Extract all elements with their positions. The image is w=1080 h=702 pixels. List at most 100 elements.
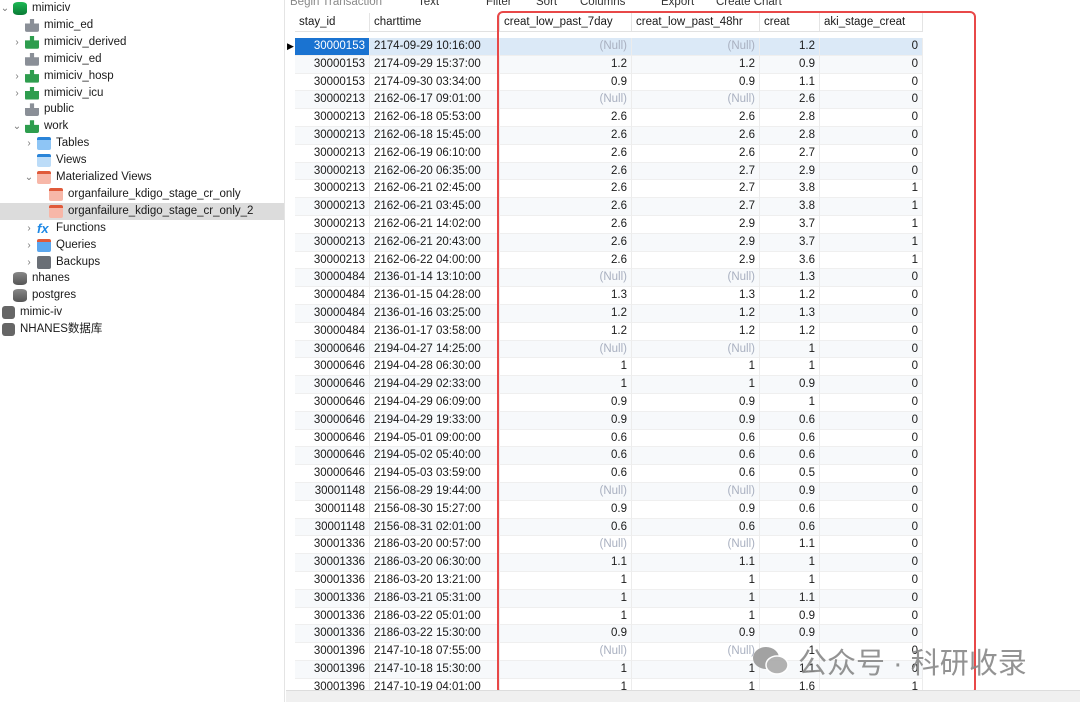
cell-charttime[interactable]: 2174-09-29 10:16:00 [370, 38, 500, 56]
cell-creat_low_past_48hr[interactable]: 0.6 [632, 429, 760, 448]
cell-charttime[interactable]: 2162-06-20 06:35:00 [370, 162, 500, 181]
cell-creat_low_past_7day[interactable]: 1 [500, 358, 632, 377]
cell-creat_low_past_7day[interactable]: (Null) [500, 91, 632, 110]
cell-aki_stage_creat[interactable]: 0 [820, 127, 923, 145]
cell-aki_stage_creat[interactable]: 0 [820, 554, 923, 572]
cell-creat_low_past_48hr[interactable]: 1.3 [632, 287, 760, 305]
cell-creat_low_past_7day[interactable]: 0.9 [500, 411, 632, 430]
cell-creat[interactable]: 0.6 [760, 411, 820, 430]
cell-stay_id[interactable]: 30000484 [295, 322, 370, 341]
columns-button[interactable]: Columns [580, 0, 625, 8]
cell-creat[interactable]: 0.9 [760, 483, 820, 501]
data-grid[interactable]: stay_id charttime creat_low_past_7day creat… [286, 13, 1080, 697]
cell-stay_id[interactable]: 30000213 [295, 233, 370, 252]
chevron-down-icon[interactable]: ⌄ [24, 169, 34, 186]
cell-creat_low_past_48hr[interactable]: (Null) [632, 269, 760, 288]
cell-creat_low_past_7day[interactable]: 0.6 [500, 518, 632, 537]
tree-item[interactable]: mimiciv_ed [0, 51, 284, 68]
cell-creat_low_past_48hr[interactable]: (Null) [632, 483, 760, 501]
table-row[interactable]: 30000484 2136-01-16 03:25:00 1.2 1.2 1.3 0 [286, 305, 923, 323]
cell-charttime[interactable]: 2147-10-18 15:30:00 [370, 661, 500, 679]
cell-stay_id[interactable]: 30000646 [295, 429, 370, 448]
column-header-aki_stage_creat[interactable]: aki_stage_creat [820, 13, 923, 31]
cell-creat_low_past_48hr[interactable]: 2.7 [632, 180, 760, 199]
cell-creat[interactable]: 3.8 [760, 180, 820, 199]
cell-creat_low_past_7day[interactable]: (Null) [500, 643, 632, 661]
cell-charttime[interactable]: 2162-06-22 04:00:00 [370, 251, 500, 270]
cell-aki_stage_creat[interactable]: 0 [820, 500, 923, 519]
cell-stay_id[interactable]: 30000646 [295, 465, 370, 483]
cell-creat_low_past_48hr[interactable]: 2.9 [632, 251, 760, 270]
cell-creat[interactable]: 1.1 [760, 589, 820, 608]
cell-creat_low_past_48hr[interactable]: 1 [632, 572, 760, 590]
cell-creat_low_past_7day[interactable]: 2.6 [500, 144, 632, 163]
cell-creat_low_past_48hr[interactable]: 1 [632, 607, 760, 626]
cell-aki_stage_creat[interactable]: 0 [820, 305, 923, 323]
chevron-right-icon[interactable]: › [24, 254, 34, 271]
tree-item[interactable]: mimic_ed [0, 17, 284, 34]
cell-charttime[interactable]: 2194-04-29 19:33:00 [370, 411, 500, 430]
cell-stay_id[interactable]: 30001336 [295, 554, 370, 572]
cell-charttime[interactable]: 2162-06-18 05:53:00 [370, 109, 500, 127]
cell-charttime[interactable]: 2162-06-19 06:10:00 [370, 144, 500, 163]
cell-stay_id[interactable]: 30000153 [295, 73, 370, 92]
cell-creat[interactable]: 1 [760, 572, 820, 590]
chevron-right-icon[interactable]: › [24, 220, 34, 237]
cell-charttime[interactable]: 2186-03-20 13:21:00 [370, 572, 500, 590]
table-row[interactable]: ▶ 30000153 2174-09-29 10:16:00 (Null) (Null)… [286, 38, 923, 56]
cell-creat[interactable]: 0.5 [760, 465, 820, 483]
tree-item[interactable]: › mimiciv_derived [0, 34, 284, 51]
cell-creat_low_past_48hr[interactable]: 0.9 [632, 73, 760, 92]
cell-creat_low_past_7day[interactable]: 2.6 [500, 109, 632, 127]
cell-creat[interactable]: 2.8 [760, 109, 820, 127]
cell-creat_low_past_48hr[interactable]: 0.6 [632, 518, 760, 537]
text-view-button[interactable]: Text [418, 0, 439, 8]
tree-item[interactable]: mimic-iv [0, 304, 284, 321]
cell-stay_id[interactable]: 30001336 [295, 607, 370, 626]
column-header-charttime[interactable]: charttime [370, 13, 500, 31]
cell-charttime[interactable]: 2162-06-21 03:45:00 [370, 198, 500, 216]
cell-creat_low_past_48hr[interactable]: 2.6 [632, 127, 760, 145]
cell-creat_low_past_7day[interactable]: 0.6 [500, 465, 632, 483]
sort-button[interactable]: Sort [536, 0, 557, 8]
cell-creat_low_past_48hr[interactable]: (Null) [632, 536, 760, 555]
cell-stay_id[interactable]: 30001336 [295, 536, 370, 555]
table-row[interactable]: 30000646 2194-04-28 06:30:00 1 1 1 0 [286, 358, 923, 377]
tree-item[interactable]: ⌄ work [0, 118, 284, 135]
table-row[interactable]: 30001336 2186-03-20 13:21:00 1 1 1 0 [286, 572, 923, 590]
cell-charttime[interactable]: 2147-10-18 07:55:00 [370, 643, 500, 661]
cell-aki_stage_creat[interactable]: 0 [820, 287, 923, 305]
table-row[interactable]: 30000646 2194-04-29 06:09:00 0.9 0.9 1 0 [286, 394, 923, 412]
cell-charttime[interactable]: 2156-08-31 02:01:00 [370, 518, 500, 537]
tree-item[interactable]: postgres [0, 287, 284, 304]
cell-stay_id[interactable]: 30000213 [295, 216, 370, 234]
cell-stay_id[interactable]: 30001148 [295, 483, 370, 501]
cell-creat_low_past_7day[interactable]: 2.6 [500, 251, 632, 270]
cell-aki_stage_creat[interactable]: 0 [820, 162, 923, 181]
cell-aki_stage_creat[interactable]: 1 [820, 180, 923, 199]
cell-creat_low_past_48hr[interactable]: (Null) [632, 91, 760, 110]
cell-creat_low_past_7day[interactable]: 2.6 [500, 162, 632, 181]
create-chart-button[interactable]: Create Chart [716, 0, 782, 8]
cell-stay_id[interactable]: 30000153 [295, 55, 370, 74]
cell-charttime[interactable]: 2156-08-30 15:27:00 [370, 500, 500, 519]
cell-creat[interactable]: 0.6 [760, 447, 820, 466]
cell-creat_low_past_7day[interactable]: 2.6 [500, 127, 632, 145]
cell-charttime[interactable]: 2136-01-16 03:25:00 [370, 305, 500, 323]
cell-stay_id[interactable]: 30000646 [295, 394, 370, 412]
cell-creat[interactable]: 3.7 [760, 233, 820, 252]
cell-charttime[interactable]: 2162-06-17 09:01:00 [370, 91, 500, 110]
chevron-right-icon[interactable]: › [12, 68, 22, 85]
cell-creat_low_past_7day[interactable]: 0.9 [500, 73, 632, 92]
cell-creat_low_past_7day[interactable]: (Null) [500, 269, 632, 288]
tree-item[interactable]: NHANES数据库 [0, 321, 284, 338]
cell-creat_low_past_7day[interactable]: 1 [500, 589, 632, 608]
table-row[interactable]: 30000484 2136-01-14 13:10:00 (Null) (Null) 1… [286, 269, 923, 288]
cell-aki_stage_creat[interactable]: 0 [820, 394, 923, 412]
cell-stay_id[interactable]: 30001396 [295, 661, 370, 679]
cell-creat_low_past_48hr[interactable]: 1 [632, 376, 760, 394]
table-row[interactable]: 30000153 2174-09-30 03:34:00 0.9 0.9 1.1 0 [286, 73, 923, 92]
cell-creat_low_past_7day[interactable]: 1 [500, 607, 632, 626]
cell-stay_id[interactable]: 30000213 [295, 162, 370, 181]
cell-creat_low_past_7day[interactable]: 1 [500, 572, 632, 590]
